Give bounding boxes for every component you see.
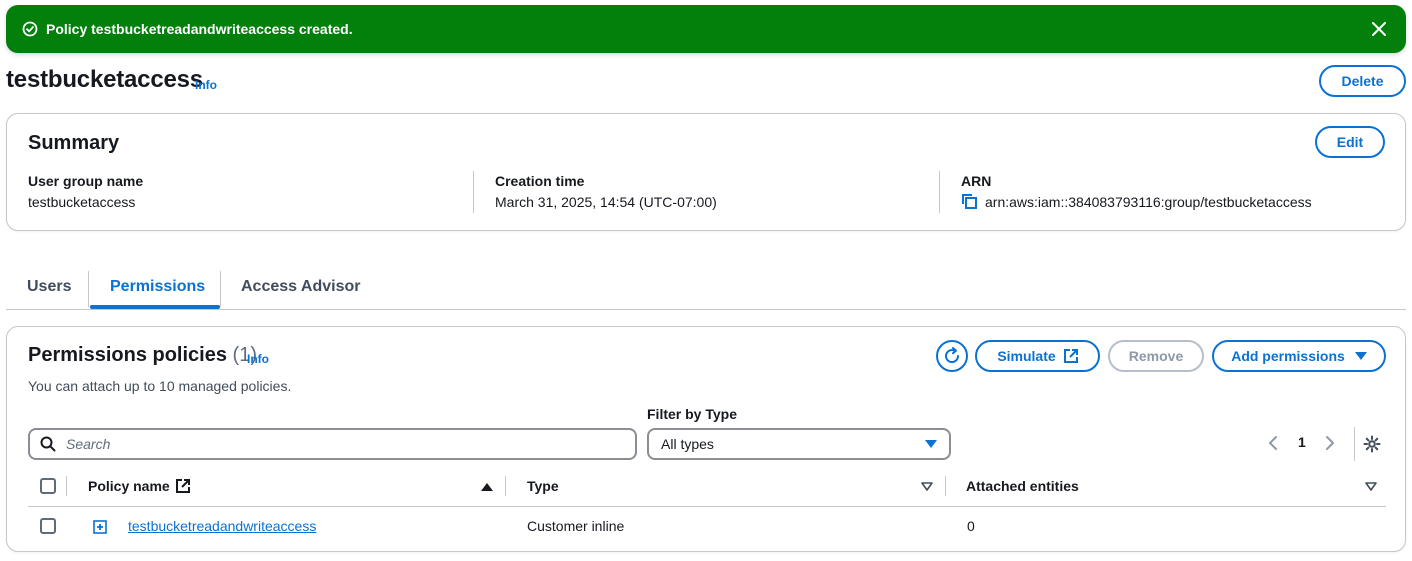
external-link-icon xyxy=(175,479,190,493)
field-value: arn:aws:iam::384083793116:group/testbuck… xyxy=(985,193,1312,210)
column-header-policy-name[interactable]: Policy name xyxy=(88,478,190,494)
permissions-title: Permissions policies (1) xyxy=(28,344,257,367)
search-icon xyxy=(40,436,56,452)
expand-icon[interactable] xyxy=(93,520,107,534)
filter-by-type-label: Filter by Type xyxy=(647,406,737,422)
permissions-description: You can attach up to 10 managed policies… xyxy=(28,378,292,394)
column-header-label: Policy name xyxy=(88,478,170,494)
permissions-title-text: Permissions policies xyxy=(28,344,227,366)
field-value: testbucketaccess xyxy=(28,194,136,210)
tab-access-advisor[interactable]: Access Advisor xyxy=(241,278,360,296)
page-title: testbucketaccess xyxy=(6,66,203,93)
column-divider xyxy=(945,476,946,496)
tab-permissions[interactable]: Permissions xyxy=(110,278,205,296)
search-input[interactable] xyxy=(64,435,604,453)
caret-down-icon xyxy=(1354,351,1367,361)
select-all-checkbox[interactable] xyxy=(40,478,56,494)
permissions-policies-container: Permissions policies (1) Info You can at… xyxy=(6,326,1406,552)
add-permissions-button[interactable]: Add permissions xyxy=(1212,340,1386,372)
flash-message: Policy testbucketreadandwriteaccess crea… xyxy=(46,21,353,37)
column-divider xyxy=(66,476,67,496)
chevron-right-icon[interactable] xyxy=(1325,435,1335,454)
column-header-type[interactable]: Type xyxy=(527,478,559,494)
field-creation-time: Creation time March 31, 2025, 14:54 (UTC… xyxy=(495,173,717,210)
tabs-border xyxy=(6,309,1406,310)
summary-container: Summary Edit User group name testbucketa… xyxy=(6,113,1406,231)
add-permissions-label: Add permissions xyxy=(1231,348,1345,364)
sort-icon[interactable] xyxy=(921,482,933,492)
field-label: ARN xyxy=(961,173,992,189)
search-field xyxy=(28,428,637,460)
tab-divider xyxy=(88,271,89,307)
field-label: Creation time xyxy=(495,173,585,189)
header-info-link[interactable]: Info xyxy=(195,78,217,92)
policy-name-link[interactable]: testbucketreadandwriteaccess xyxy=(128,518,316,534)
page-number[interactable]: 1 xyxy=(1298,434,1306,450)
chevron-left-icon[interactable] xyxy=(1268,435,1278,454)
copy-icon[interactable] xyxy=(961,193,979,210)
permissions-info-link[interactable]: Info xyxy=(247,352,269,366)
close-icon[interactable] xyxy=(1368,18,1390,40)
attached-entities-count: 0 xyxy=(967,518,975,534)
summary-title: Summary xyxy=(28,132,120,154)
delete-button[interactable]: Delete xyxy=(1319,65,1406,97)
external-link-icon xyxy=(1063,349,1078,363)
sort-ascending-icon[interactable] xyxy=(481,482,493,492)
row-checkbox[interactable] xyxy=(40,518,56,534)
policy-type: Customer inline xyxy=(527,518,625,534)
field-label: User group name xyxy=(28,173,144,189)
simulate-button[interactable]: Simulate xyxy=(975,340,1100,372)
flash-success-banner: Policy testbucketreadandwriteaccess crea… xyxy=(6,5,1406,53)
column-header-attached-entities[interactable]: Attached entities xyxy=(966,478,1079,494)
gear-icon[interactable] xyxy=(1363,435,1381,453)
caret-down-icon xyxy=(925,439,937,449)
refresh-icon xyxy=(943,347,961,365)
filter-type-select[interactable]: All types xyxy=(647,428,951,460)
field-user-group-name: User group name testbucketaccess xyxy=(28,173,143,210)
field-arn: ARN arn:aws:iam::384083793116:group/test… xyxy=(961,173,1312,210)
refresh-button[interactable] xyxy=(936,340,968,372)
sort-icon[interactable] xyxy=(1365,482,1377,492)
remove-button[interactable]: Remove xyxy=(1108,340,1204,372)
tab-divider xyxy=(220,271,221,307)
header-divider xyxy=(28,506,1386,507)
divider xyxy=(473,171,474,213)
divider xyxy=(939,171,940,213)
pager-divider xyxy=(1354,427,1355,461)
column-divider xyxy=(505,476,506,496)
field-value: March 31, 2025, 14:54 (UTC-07:00) xyxy=(495,194,717,210)
check-circle-icon xyxy=(22,20,40,38)
tab-users[interactable]: Users xyxy=(27,278,71,296)
filter-type-value: All types xyxy=(661,436,714,452)
simulate-label: Simulate xyxy=(997,348,1056,364)
edit-button[interactable]: Edit xyxy=(1315,126,1385,158)
